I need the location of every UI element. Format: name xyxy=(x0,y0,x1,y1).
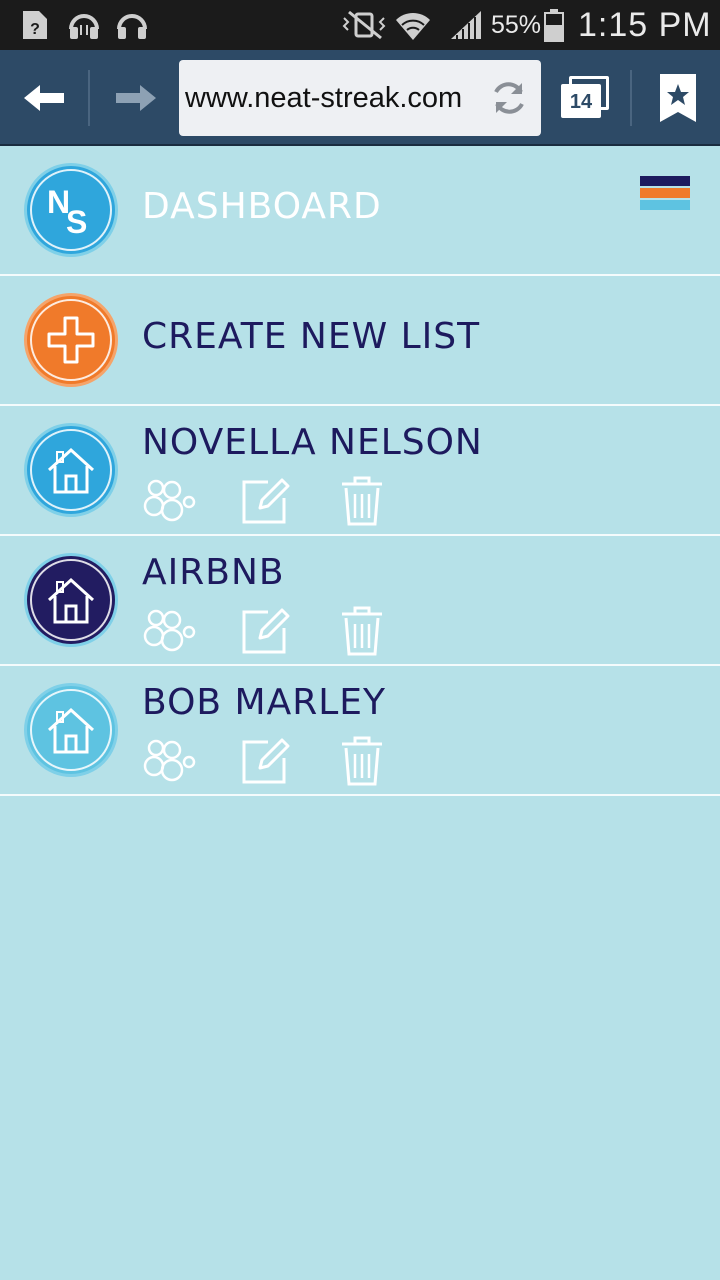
battery-percent: 55% xyxy=(491,11,542,39)
headphones-icon xyxy=(66,8,102,42)
signal-icon xyxy=(448,8,484,42)
list-item[interactable]: BOB MARLEY xyxy=(0,666,720,796)
list-item[interactable]: NOVELLA NELSON xyxy=(0,406,720,536)
battery-icon xyxy=(542,8,566,42)
list-name[interactable]: NOVELLA NELSON xyxy=(142,422,483,463)
list-actions xyxy=(142,732,430,788)
bookmark-button[interactable] xyxy=(648,68,708,128)
svg-text:S: S xyxy=(66,204,87,240)
ns-logo-icon: N S xyxy=(47,184,87,240)
toolbar-divider xyxy=(88,70,90,126)
house-avatar xyxy=(24,423,118,517)
bubbles-icon[interactable] xyxy=(142,732,198,788)
refresh-icon[interactable] xyxy=(489,78,529,118)
headset-icon xyxy=(114,8,150,42)
trash-icon[interactable] xyxy=(334,602,390,658)
list-item[interactable]: AIRBNB xyxy=(0,536,720,666)
tabs-count: 14 xyxy=(569,91,593,113)
house-icon xyxy=(47,707,95,754)
house-avatar xyxy=(24,553,118,647)
clock: 1:15 PM xyxy=(578,6,712,44)
url-bar[interactable]: www.neat-streak.com xyxy=(179,60,541,136)
forward-button[interactable] xyxy=(106,68,166,128)
tabs-icon: 14 xyxy=(559,76,611,120)
trash-icon[interactable] xyxy=(334,472,390,528)
bookmark-icon xyxy=(660,74,696,122)
dashboard-label[interactable]: DASHBOARD xyxy=(142,186,382,227)
house-avatar xyxy=(24,683,118,777)
forward-arrow-icon xyxy=(116,85,156,111)
bubbles-icon[interactable] xyxy=(142,472,198,528)
house-icon xyxy=(47,577,95,624)
toolbar-divider xyxy=(630,70,632,126)
bubbles-icon[interactable] xyxy=(142,602,198,658)
list-name[interactable]: AIRBNB xyxy=(142,552,285,593)
create-new-list-row[interactable]: CREATE NEW LIST xyxy=(0,276,720,406)
list-name[interactable]: BOB MARLEY xyxy=(142,682,386,723)
house-icon xyxy=(47,447,95,494)
edit-icon[interactable] xyxy=(238,602,294,658)
create-list-avatar xyxy=(24,293,118,387)
dashboard-row[interactable]: N S DASHBOARD xyxy=(0,146,720,276)
edit-icon[interactable] xyxy=(238,732,294,788)
list-actions xyxy=(142,602,430,658)
back-arrow-icon xyxy=(24,85,64,111)
url-text[interactable]: www.neat-streak.com xyxy=(185,60,485,136)
vibrate-mute-icon xyxy=(340,8,388,42)
ns-logo: N S xyxy=(24,163,118,257)
status-bar: ? 55% 1:15 PM xyxy=(0,0,720,50)
back-button[interactable] xyxy=(14,68,74,128)
edit-icon[interactable] xyxy=(238,472,294,528)
svg-text:?: ? xyxy=(30,21,40,38)
create-new-list-label[interactable]: CREATE NEW LIST xyxy=(142,316,480,357)
wifi-icon xyxy=(394,8,432,42)
plus-icon xyxy=(47,316,95,364)
browser-toolbar: www.neat-streak.com 14 xyxy=(0,50,720,146)
unknown-file-icon: ? xyxy=(20,8,50,42)
trash-icon[interactable] xyxy=(334,732,390,788)
tabs-button[interactable]: 14 xyxy=(555,68,615,128)
menu-icon[interactable] xyxy=(640,176,690,226)
list-actions xyxy=(142,472,430,528)
